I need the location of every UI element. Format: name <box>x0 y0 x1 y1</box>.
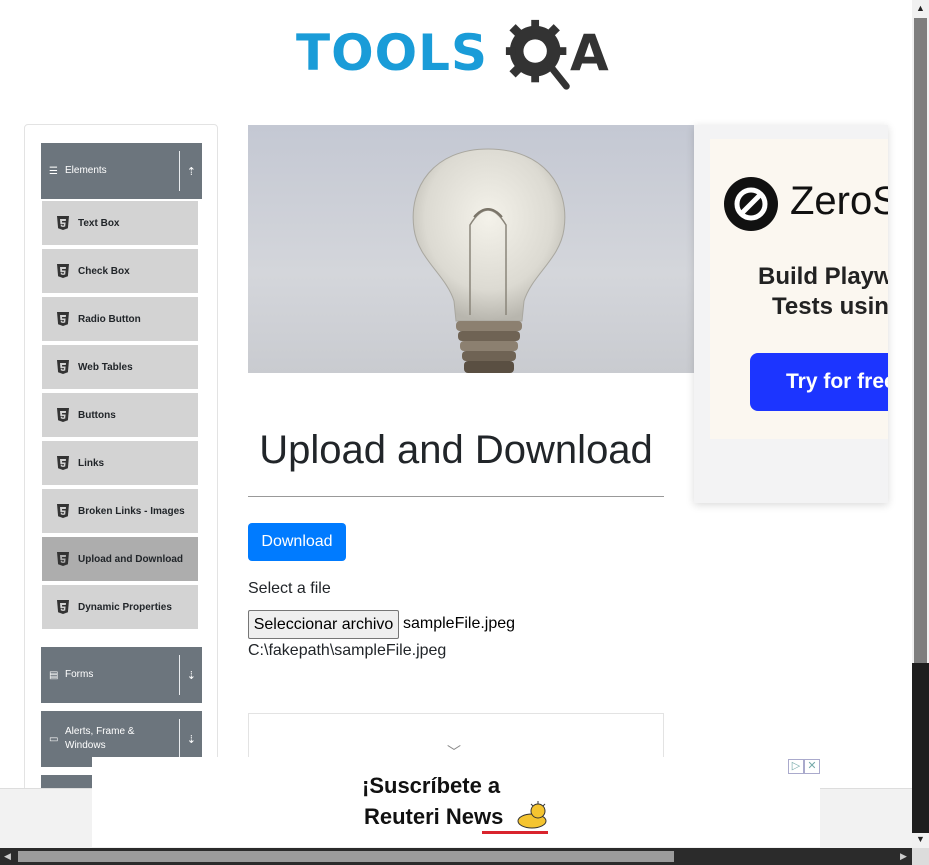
scroll-up-icon[interactable]: ▲ <box>916 3 925 13</box>
html5-icon <box>57 456 69 470</box>
underline-decoration <box>482 831 548 834</box>
sidebar-item-label: Broken Links - Images <box>78 505 185 517</box>
sidebar-item-label: Web Tables <box>78 361 133 373</box>
html5-icon <box>57 216 69 230</box>
toolsqa-logo[interactable]: TOOLS A <box>296 14 626 94</box>
group-label: Elements <box>65 165 107 176</box>
html5-icon <box>57 264 69 278</box>
html5-icon <box>57 360 69 374</box>
bottom-ad-subline: Reuteri News <box>364 804 504 829</box>
bottom-advertisement[interactable]: ¡Suscríbete a Reuteri News ▷ ✕ <box>92 757 820 847</box>
logo-text-a: A <box>570 24 609 82</box>
sidebar-group-forms[interactable]: ▤ Forms ⇣ <box>41 647 202 703</box>
scroll-right-icon[interactable]: ▶ <box>900 851 907 862</box>
html5-icon <box>57 504 69 518</box>
uploaded-file-path: C:\fakepath\sampleFile.jpeg <box>248 642 447 659</box>
sidebar-item-broken-links[interactable]: Broken Links - Images <box>42 489 198 534</box>
banner-image <box>248 125 694 373</box>
download-button[interactable]: Download <box>248 523 346 561</box>
sidebar-item-links[interactable]: Links <box>42 441 198 486</box>
page-title: Upload and Download <box>259 428 653 472</box>
divider <box>248 496 664 497</box>
expand-down-icon[interactable]: ⇣ <box>187 669 196 682</box>
window-icon: ▭ <box>49 733 59 745</box>
logo-text: TOOLS <box>296 24 488 82</box>
try-for-free-button[interactable]: Try for free <box>750 353 888 411</box>
vertical-scrollbar[interactable]: ▲ ▼ <box>912 0 929 848</box>
sidebar-item-label: Upload and Download <box>78 553 183 565</box>
sidebar-item-dynamic-properties[interactable]: Dynamic Properties <box>42 585 198 630</box>
html5-icon <box>57 408 69 422</box>
sidebar-item-upload-download[interactable]: Upload and Download <box>42 537 198 582</box>
ad-choices-icon[interactable]: ▷ <box>788 759 804 774</box>
sidebar-item-label: Text Box <box>78 217 120 229</box>
sidebar: ☰ Elements ⇡ Text Box Check Box Radio Bu… <box>24 124 218 824</box>
html5-icon <box>57 552 69 566</box>
group-label: Alerts, Frame & Windows <box>65 726 135 751</box>
sidebar-group-elements[interactable]: ☰ Elements ⇡ <box>41 143 202 199</box>
ad-close-icon[interactable]: ✕ <box>804 759 820 774</box>
sidebar-item-radio-button[interactable]: Radio Button <box>42 297 198 342</box>
bottom-ad-headline: ¡Suscríbete a <box>362 773 501 798</box>
ad-headline: Build Playwr <box>758 263 888 290</box>
sidebar-item-label: Dynamic Properties <box>78 601 172 613</box>
vertical-scroll-thumb[interactable] <box>914 18 927 663</box>
sidebar-item-buttons[interactable]: Buttons <box>42 393 198 438</box>
list-icon: ▤ <box>49 669 59 681</box>
sidebar-item-label: Radio Button <box>78 313 141 325</box>
choose-file-button[interactable]: Seleccionar archivo <box>248 610 399 639</box>
sidebar-item-label: Links <box>78 457 105 469</box>
collapse-up-icon[interactable]: ⇡ <box>187 165 196 178</box>
sidebar-item-web-tables[interactable]: Web Tables <box>42 345 198 390</box>
ad-brand: ZeroS <box>790 179 888 223</box>
html5-icon <box>57 312 69 326</box>
group-label: Forms <box>65 669 94 680</box>
sidebar-item-label: Check Box <box>78 265 130 277</box>
cartoon-character-icon <box>517 801 547 829</box>
horizontal-scroll-thumb[interactable] <box>18 851 674 862</box>
ad-headline-2: Tests using <box>772 293 888 320</box>
sidebar-item-label: Buttons <box>78 409 116 421</box>
scroll-left-icon[interactable]: ◀ <box>4 851 11 862</box>
select-file-label: Select a file <box>248 580 331 597</box>
expand-down-icon[interactable]: ⇣ <box>187 733 196 746</box>
sidebar-item-check-box[interactable]: Check Box <box>42 249 198 294</box>
gear-magnifier-icon <box>505 19 570 90</box>
side-advertisement[interactable]: ZeroS Build Playwr Tests using Try for f… <box>694 125 888 503</box>
scroll-down-icon[interactable]: ▼ <box>916 834 925 844</box>
sidebar-item-text-box[interactable]: Text Box <box>42 201 198 246</box>
selected-file-name: sampleFile.jpeg <box>403 615 516 632</box>
html5-icon <box>57 600 69 614</box>
hamburger-icon: ☰ <box>49 165 58 177</box>
horizontal-scrollbar[interactable]: ◀ ▶ <box>0 848 912 865</box>
zerostep-logo-icon <box>724 177 778 231</box>
light-bulb-image <box>412 148 566 373</box>
ad-card: ZeroS Build Playwr Tests using Try for f… <box>710 139 888 439</box>
